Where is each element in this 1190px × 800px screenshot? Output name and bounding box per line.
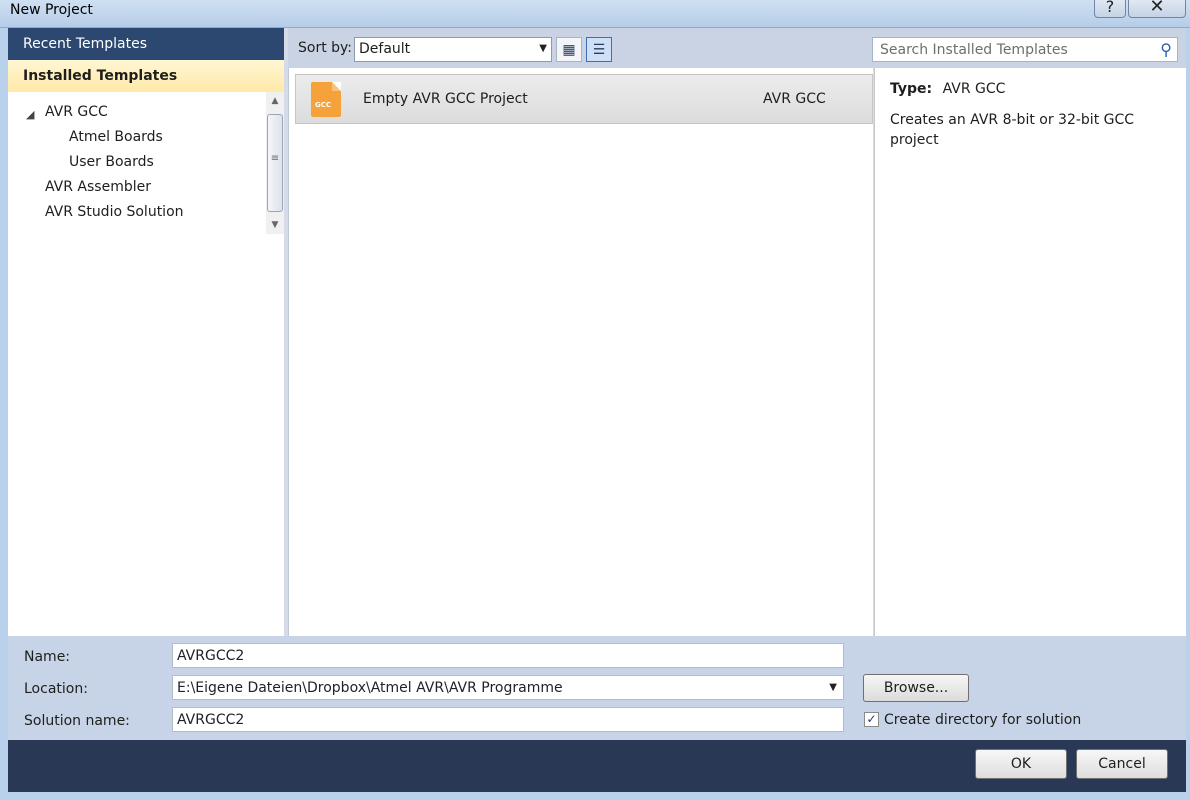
project-form: Name: AVRGCC2 Location: E:\Eigene Dateie… [8,636,1186,740]
tree-item-atmel-boards[interactable]: Atmel Boards [69,129,163,153]
type-label: Type: [890,81,933,97]
scroll-thumb[interactable]: ≡ [267,114,283,212]
template-description: Creates an AVR 8-bit or 32-bit GCC proje… [890,112,1135,148]
name-value: AVRGCC2 [177,648,245,664]
checkmark-icon: ✓ [866,712,877,726]
sort-label: Sort by: [298,40,353,56]
cancel-button[interactable]: Cancel [1076,749,1168,779]
type-line: Type: AVR GCC [890,81,1005,97]
ok-button[interactable]: OK [975,749,1067,779]
installed-templates-tab[interactable]: Installed Templates [8,60,284,92]
scroll-up-icon[interactable]: ▲ [266,92,284,110]
solution-name-label: Solution name: [24,713,130,729]
search-box[interactable]: ⚲ [872,37,1178,62]
search-input[interactable] [873,38,1153,61]
gcc-icon-text: GCC [315,101,332,109]
help-button[interactable]: ? [1094,0,1126,18]
template-toolbar: Sort by: Default ▼ ▦ ☰ ⚲ [288,28,1186,68]
close-button[interactable]: ✕ [1128,0,1186,18]
chevron-down-icon: ▼ [539,43,547,54]
tree-scrollbar[interactable]: ▲ ≡ ▼ [266,92,284,234]
template-row[interactable]: GCC Empty AVR GCC Project AVR GCC [295,74,873,124]
sort-value: Default [359,41,411,57]
file-fold [332,82,341,91]
details-view-icon: ☰ [592,41,606,58]
title-bar: New Project ? ✕ [0,0,1190,28]
help-icon: ? [1105,0,1115,16]
name-label: Name: [24,649,71,665]
template-category-pane: Recent Templates Installed Templates ◢ A… [8,28,284,636]
gcc-file-icon: GCC [311,82,341,117]
template-name: Empty AVR GCC Project [363,91,528,107]
dialog-footer: OK Cancel [8,740,1186,792]
close-icon: ✕ [1149,0,1165,17]
recent-templates-tab[interactable]: Recent Templates [8,28,284,60]
tree-item-user-boards[interactable]: User Boards [69,154,154,178]
template-details-pane: Type: AVR GCC Creates an AVR 8-bit or 32… [874,68,1186,636]
scroll-down-icon[interactable]: ▼ [266,216,284,234]
template-list: GCC Empty AVR GCC Project AVR GCC [288,68,873,636]
tree-item-avr-gcc[interactable]: AVR GCC [45,104,108,128]
details-view-button[interactable]: ☰ [586,37,612,62]
chevron-down-icon[interactable]: ▼ [829,682,837,693]
create-directory-checkbox[interactable]: ✓ [864,712,879,727]
dialog-body: Recent Templates Installed Templates ◢ A… [8,28,1186,792]
tree-item-avr-assembler[interactable]: AVR Assembler [45,179,151,203]
type-value: AVR GCC [942,81,1006,97]
sort-dropdown[interactable]: Default ▼ [354,37,552,62]
small-icons-view-icon: ▦ [562,41,576,58]
location-label: Location: [24,681,88,697]
location-combo[interactable]: E:\Eigene Dateien\Dropbox\Atmel AVR\AVR … [172,675,844,700]
search-icon[interactable]: ⚲ [1160,40,1172,59]
location-value: E:\Eigene Dateien\Dropbox\Atmel AVR\AVR … [177,680,563,696]
template-type: AVR GCC [763,91,826,107]
expand-arrow-icon[interactable]: ◢ [26,108,34,121]
solution-name-field[interactable]: AVRGCC2 [172,707,844,732]
small-icons-view-button[interactable]: ▦ [556,37,582,62]
window-title: New Project [10,2,93,18]
name-field[interactable]: AVRGCC2 [172,643,844,668]
solution-name-value: AVRGCC2 [177,712,245,728]
create-directory-label[interactable]: Create directory for solution [884,712,1081,728]
browse-button[interactable]: Browse... [863,674,969,702]
tree-item-avr-studio-solution[interactable]: AVR Studio Solution [45,204,184,228]
